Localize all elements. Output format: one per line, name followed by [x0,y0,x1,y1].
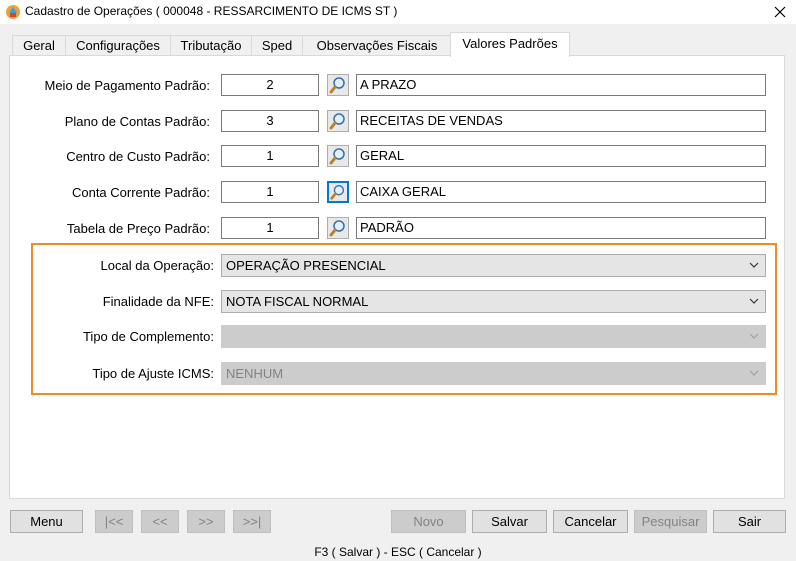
meio-pagamento-code-field[interactable]: 2 [221,74,319,96]
tipo-complemento-select[interactable] [221,325,766,348]
tab-configuracoes[interactable]: Configurações [65,35,171,55]
chevron-down-icon [749,370,759,376]
magnifier-icon [329,148,345,165]
title-bar: Cadastro de Operações ( 000048 - RESSARC… [0,0,796,24]
first-record-button[interactable]: |<< [95,510,133,533]
magnifier-icon [329,77,345,94]
finalidade-nfe-value: NOTA FISCAL NORMAL [226,294,369,309]
tab-geral[interactable]: Geral [12,35,66,55]
pesquisar-button[interactable]: Pesquisar [634,510,707,533]
meio-pagamento-label: Meio de Pagamento Padrão: [44,78,211,93]
previous-record-button[interactable]: << [141,510,179,533]
tabela-preco-lookup-button[interactable] [327,217,349,239]
chevron-down-icon [749,333,759,339]
magnifier-icon [330,185,345,200]
centro-custo-description[interactable]: GERAL [356,145,766,167]
tipo-ajuste-icms-select[interactable]: NENHUM [221,362,766,385]
cancelar-button[interactable]: Cancelar [553,510,628,533]
finalidade-nfe-label: Finalidade da NFE: [102,294,214,309]
local-operacao-value: OPERAÇÃO PRESENCIAL [226,258,386,273]
meio-pagamento-description[interactable]: A PRAZO [356,74,766,96]
tab-valores-padroes[interactable]: Valores Padrões [450,32,570,57]
magnifier-icon [329,220,345,237]
tipo-complemento-label: Tipo de Complemento: [82,329,214,344]
tipo-ajuste-icms-value: NENHUM [226,366,284,381]
tabela-preco-label: Tabela de Preço Padrão: [66,221,210,236]
plano-contas-code-field[interactable]: 3 [221,110,319,132]
meio-pagamento-lookup-button[interactable] [327,74,349,96]
novo-button[interactable]: Novo [391,510,466,533]
plano-contas-label: Plano de Contas Padrão: [64,114,210,129]
magnifier-icon [329,113,345,130]
tipo-ajuste-icms-label: Tipo de Ajuste ICMS: [92,366,214,381]
tab-sped[interactable]: Sped [251,35,303,55]
finalidade-nfe-select[interactable]: NOTA FISCAL NORMAL [221,290,766,313]
window-title: Cadastro de Operações ( 000048 - RESSARC… [25,4,398,18]
tabela-preco-code-field[interactable]: 1 [221,217,319,239]
plano-contas-lookup-button[interactable] [327,110,349,132]
conta-corrente-label: Conta Corrente Padrão: [71,185,210,200]
chevron-down-icon [749,298,759,304]
menu-button[interactable]: Menu [10,510,83,533]
app-icon [6,5,20,19]
centro-custo-code-field[interactable]: 1 [221,145,319,167]
chevron-down-icon [749,262,759,268]
plano-contas-description[interactable]: RECEITAS DE VENDAS [356,110,766,132]
last-record-button[interactable]: >>| [233,510,271,533]
centro-custo-label: Centro de Custo Padrão: [66,149,210,164]
status-bar: F3 ( Salvar ) - ESC ( Cancelar ) [314,545,482,559]
sair-button[interactable]: Sair [713,510,786,533]
salvar-button[interactable]: Salvar [472,510,547,533]
close-button[interactable] [764,0,796,24]
conta-corrente-code-field[interactable]: 1 [221,181,319,203]
local-operacao-label: Local da Operação: [100,258,214,273]
local-operacao-select[interactable]: OPERAÇÃO PRESENCIAL [221,254,766,277]
tab-observacoes-fiscais[interactable]: Observações Fiscais [302,35,452,55]
conta-corrente-lookup-button[interactable] [327,181,349,203]
centro-custo-lookup-button[interactable] [327,145,349,167]
close-icon [774,6,786,18]
conta-corrente-description[interactable]: CAIXA GERAL [356,181,766,203]
next-record-button[interactable]: >> [187,510,225,533]
tab-tributacao[interactable]: Tributação [170,35,252,55]
tabela-preco-description[interactable]: PADRÃO [356,217,766,239]
